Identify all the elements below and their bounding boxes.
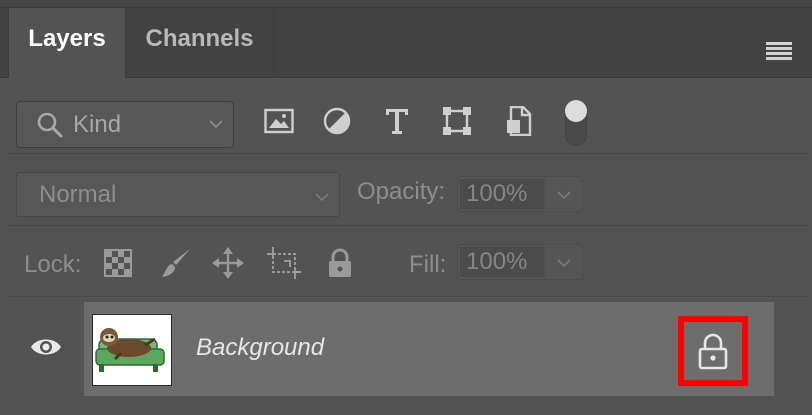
lock-row: Lock: Fill: 100%: [8, 231, 808, 297]
kind-filter-select[interactable]: Kind: [16, 101, 234, 148]
visibility-eye-icon[interactable]: [30, 336, 62, 358]
chevron-down-icon: [209, 120, 223, 129]
lock-label: Lock:: [24, 251, 82, 278]
type-filter-icon[interactable]: [380, 104, 414, 138]
image-filter-icon[interactable]: [262, 104, 296, 138]
lock-image-pixels-icon[interactable]: [158, 245, 194, 281]
opacity-value[interactable]: 100%: [460, 179, 544, 209]
opacity-label: Opacity:: [357, 178, 446, 205]
layer-lock-icon[interactable]: [692, 332, 734, 372]
smart-object-filter-icon[interactable]: [502, 104, 536, 138]
opacity-field[interactable]: 100%: [457, 176, 583, 212]
panel-top-strip: [0, 0, 812, 8]
blend-row: Normal Opacity: 100%: [8, 162, 808, 226]
fill-label: Fill:: [409, 251, 447, 278]
selected-layer-highlight: [84, 302, 774, 396]
chevron-down-icon: [557, 259, 571, 268]
search-icon: [37, 112, 63, 138]
panel-tab-bar: Layers Channels: [0, 8, 812, 78]
shape-filter-icon[interactable]: [440, 104, 474, 138]
lock-all-icon[interactable]: [322, 245, 358, 281]
fill-dropdown[interactable]: [545, 245, 582, 279]
adjustment-filter-icon[interactable]: [320, 104, 354, 138]
panel-bottom-strip: [0, 396, 812, 415]
kind-filter-label: Kind: [73, 111, 122, 138]
fill-value[interactable]: 100%: [460, 247, 544, 277]
lock-transparent-pixels-icon[interactable]: [100, 245, 136, 281]
blend-mode-select[interactable]: Normal: [16, 172, 340, 217]
layer-name[interactable]: Background: [196, 334, 324, 362]
filter-row: Kind: [8, 92, 808, 154]
lock-position-icon[interactable]: [210, 245, 246, 281]
panel-menu-icon[interactable]: [766, 42, 792, 60]
lock-artboard-icon[interactable]: [266, 245, 302, 281]
blend-mode-value: Normal: [39, 181, 117, 208]
layers-panel: Layers Channels Kind Normal Opacity: 100…: [0, 0, 812, 415]
chevron-down-icon: [557, 191, 571, 200]
tab-layers[interactable]: Layers: [8, 8, 126, 78]
filter-toggle[interactable]: [565, 100, 587, 146]
layer-thumbnail[interactable]: [92, 314, 172, 386]
fill-field[interactable]: 100%: [457, 244, 583, 280]
opacity-dropdown[interactable]: [545, 177, 582, 211]
chevron-down-icon: [315, 193, 329, 202]
tab-channels[interactable]: Channels: [126, 8, 274, 77]
